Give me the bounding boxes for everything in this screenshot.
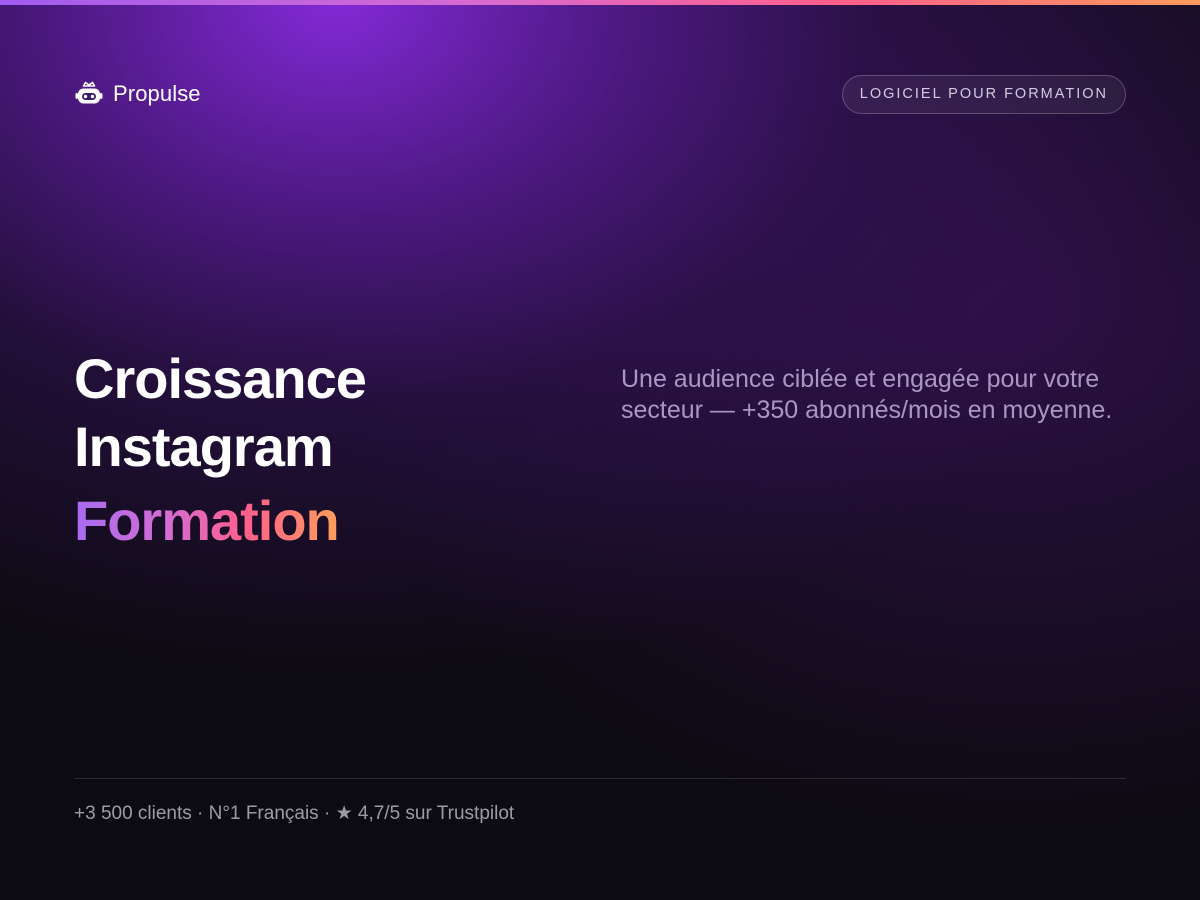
footer-divider <box>74 778 1126 779</box>
brand-name: Propulse <box>113 81 201 106</box>
hero-headline: Croissance Instagram Formation <box>74 345 594 555</box>
headline-accent: Formation <box>74 487 340 555</box>
headline-line-1: Croissance <box>74 347 367 410</box>
header: Propulse LOGICIEL POUR FORMATION <box>74 74 1126 114</box>
brand-logo[interactable]: Propulse <box>74 79 201 109</box>
social-proof-stats: +3 500 clients · N°1 Français · ★ 4,7/5 … <box>74 803 515 824</box>
robot-icon <box>74 79 104 109</box>
category-badge: LOGICIEL POUR FORMATION <box>841 74 1126 114</box>
headline-line-2: Instagram <box>74 415 334 478</box>
top-gradient-bar <box>0 0 1200 5</box>
hero-description: Une audience ciblée et engagée pour votr… <box>621 365 1113 424</box>
